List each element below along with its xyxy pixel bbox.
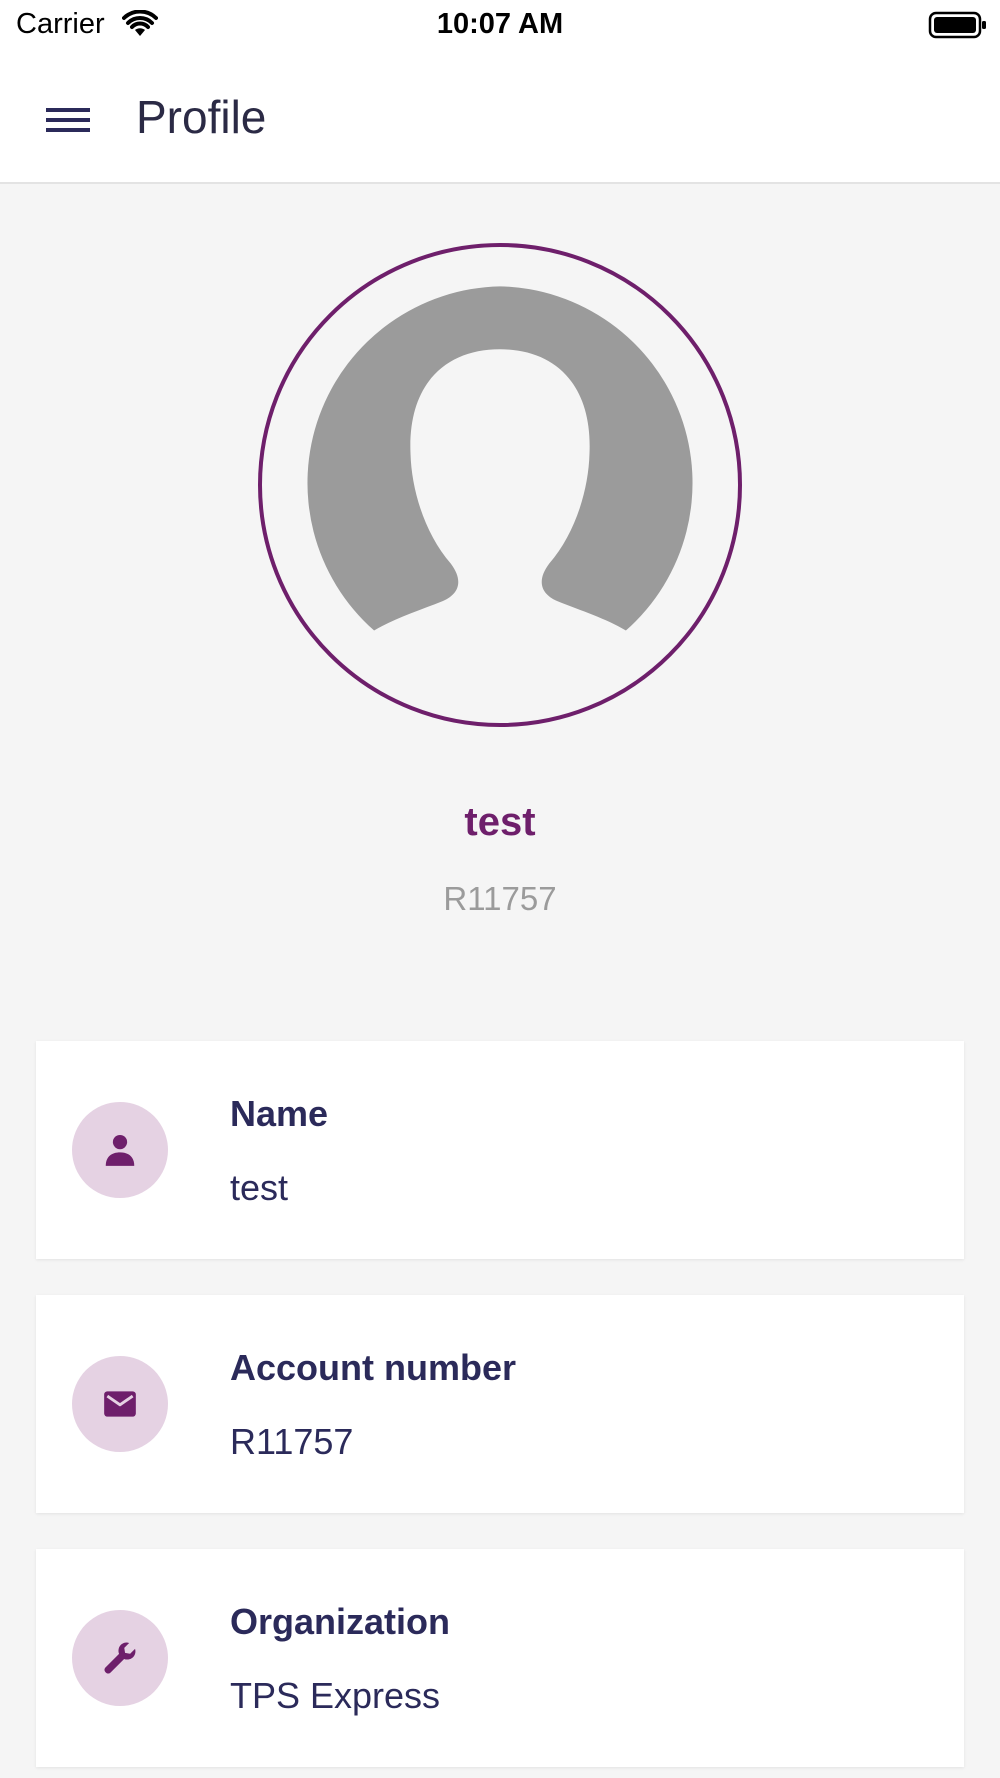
menu-button[interactable] bbox=[36, 92, 100, 148]
name-card: Name test bbox=[36, 1041, 964, 1259]
account-number-value: R11757 bbox=[230, 1421, 354, 1462]
user-silhouette-icon bbox=[307, 286, 693, 631]
organization-card: Organization TPS Express bbox=[36, 1549, 964, 1767]
battery-icon bbox=[928, 11, 986, 39]
app-bar: Profile bbox=[0, 52, 1000, 184]
organization-value: TPS Express bbox=[230, 1675, 441, 1716]
person-icon bbox=[105, 1134, 135, 1166]
wrench-icon bbox=[104, 1642, 136, 1674]
account-number-card: Account number R11757 bbox=[36, 1295, 964, 1513]
name-label: Name bbox=[230, 1093, 329, 1134]
status-bar: Carrier 10:07 AM bbox=[0, 0, 1000, 52]
organization-label: Organization bbox=[230, 1601, 451, 1642]
name-value: test bbox=[230, 1167, 289, 1208]
name-icon-circle bbox=[72, 1102, 168, 1198]
organization-icon-circle bbox=[72, 1610, 168, 1706]
page-title: Profile bbox=[136, 91, 267, 143]
account-number-label: Account number bbox=[230, 1347, 517, 1388]
profile-avatar[interactable] bbox=[258, 243, 742, 727]
envelope-icon bbox=[104, 1391, 136, 1417]
hamburger-menu-icon bbox=[46, 108, 90, 132]
account-icon-circle bbox=[72, 1356, 168, 1452]
profile-account-number: R11757 bbox=[443, 880, 557, 917]
status-time: 10:07 AM bbox=[436, 8, 564, 40]
profile-name: test bbox=[464, 800, 536, 844]
